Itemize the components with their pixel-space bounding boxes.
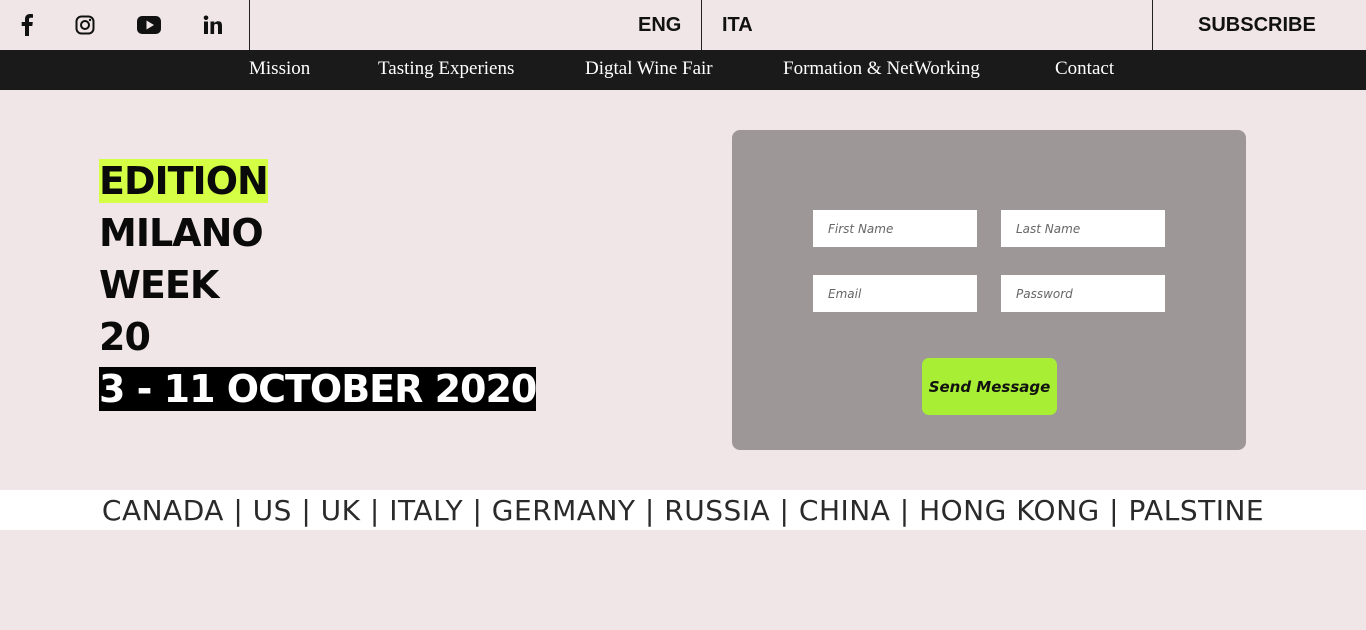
email-field[interactable]	[813, 275, 977, 312]
nav-formation-networking[interactable]: Formation & NetWorking	[783, 58, 980, 80]
send-message-button[interactable]: Send Message	[922, 358, 1057, 415]
instagram-icon[interactable]	[72, 12, 98, 38]
facebook-icon[interactable]	[14, 12, 40, 38]
nav-mission[interactable]: Mission	[249, 58, 310, 80]
hero-week: WEEK	[99, 263, 219, 307]
signup-form-panel: Send Message	[732, 130, 1246, 450]
first-name-field[interactable]	[813, 210, 977, 247]
last-name-field[interactable]	[1001, 210, 1165, 247]
nav-tasting-experiens[interactable]: Tasting Experiens	[378, 58, 514, 80]
youtube-icon[interactable]	[136, 12, 162, 38]
lang-divider	[701, 0, 702, 50]
linkedin-icon[interactable]	[200, 12, 226, 38]
nav-digital-wine-fair[interactable]: Digtal Wine Fair	[585, 58, 713, 80]
nav-contact[interactable]: Contact	[1055, 58, 1114, 80]
hero-year: 20	[99, 315, 151, 359]
hero-milano: MILANO	[99, 211, 264, 255]
lang-ita-link[interactable]: ITA	[722, 14, 753, 37]
hero-dates: 3 - 11 OCTOBER 2020	[99, 367, 537, 411]
countries-list: CANADA | US | UK | ITALY | GERMANY | RUS…	[101, 493, 1265, 527]
lang-eng-link[interactable]: ENG	[638, 14, 681, 37]
subscribe-divider	[1152, 0, 1153, 50]
main-nav: Mission Tasting Experiens Digtal Wine Fa…	[0, 50, 1366, 90]
hero-edition: EDITION	[99, 159, 269, 203]
top-bar: ENG ITA SUBSCRIBE	[0, 0, 1366, 50]
password-field[interactable]	[1001, 275, 1165, 312]
countries-strip: CANADA | US | UK | ITALY | GERMANY | RUS…	[0, 490, 1366, 530]
social-links	[0, 0, 250, 50]
subscribe-button[interactable]: SUBSCRIBE	[1198, 14, 1316, 37]
